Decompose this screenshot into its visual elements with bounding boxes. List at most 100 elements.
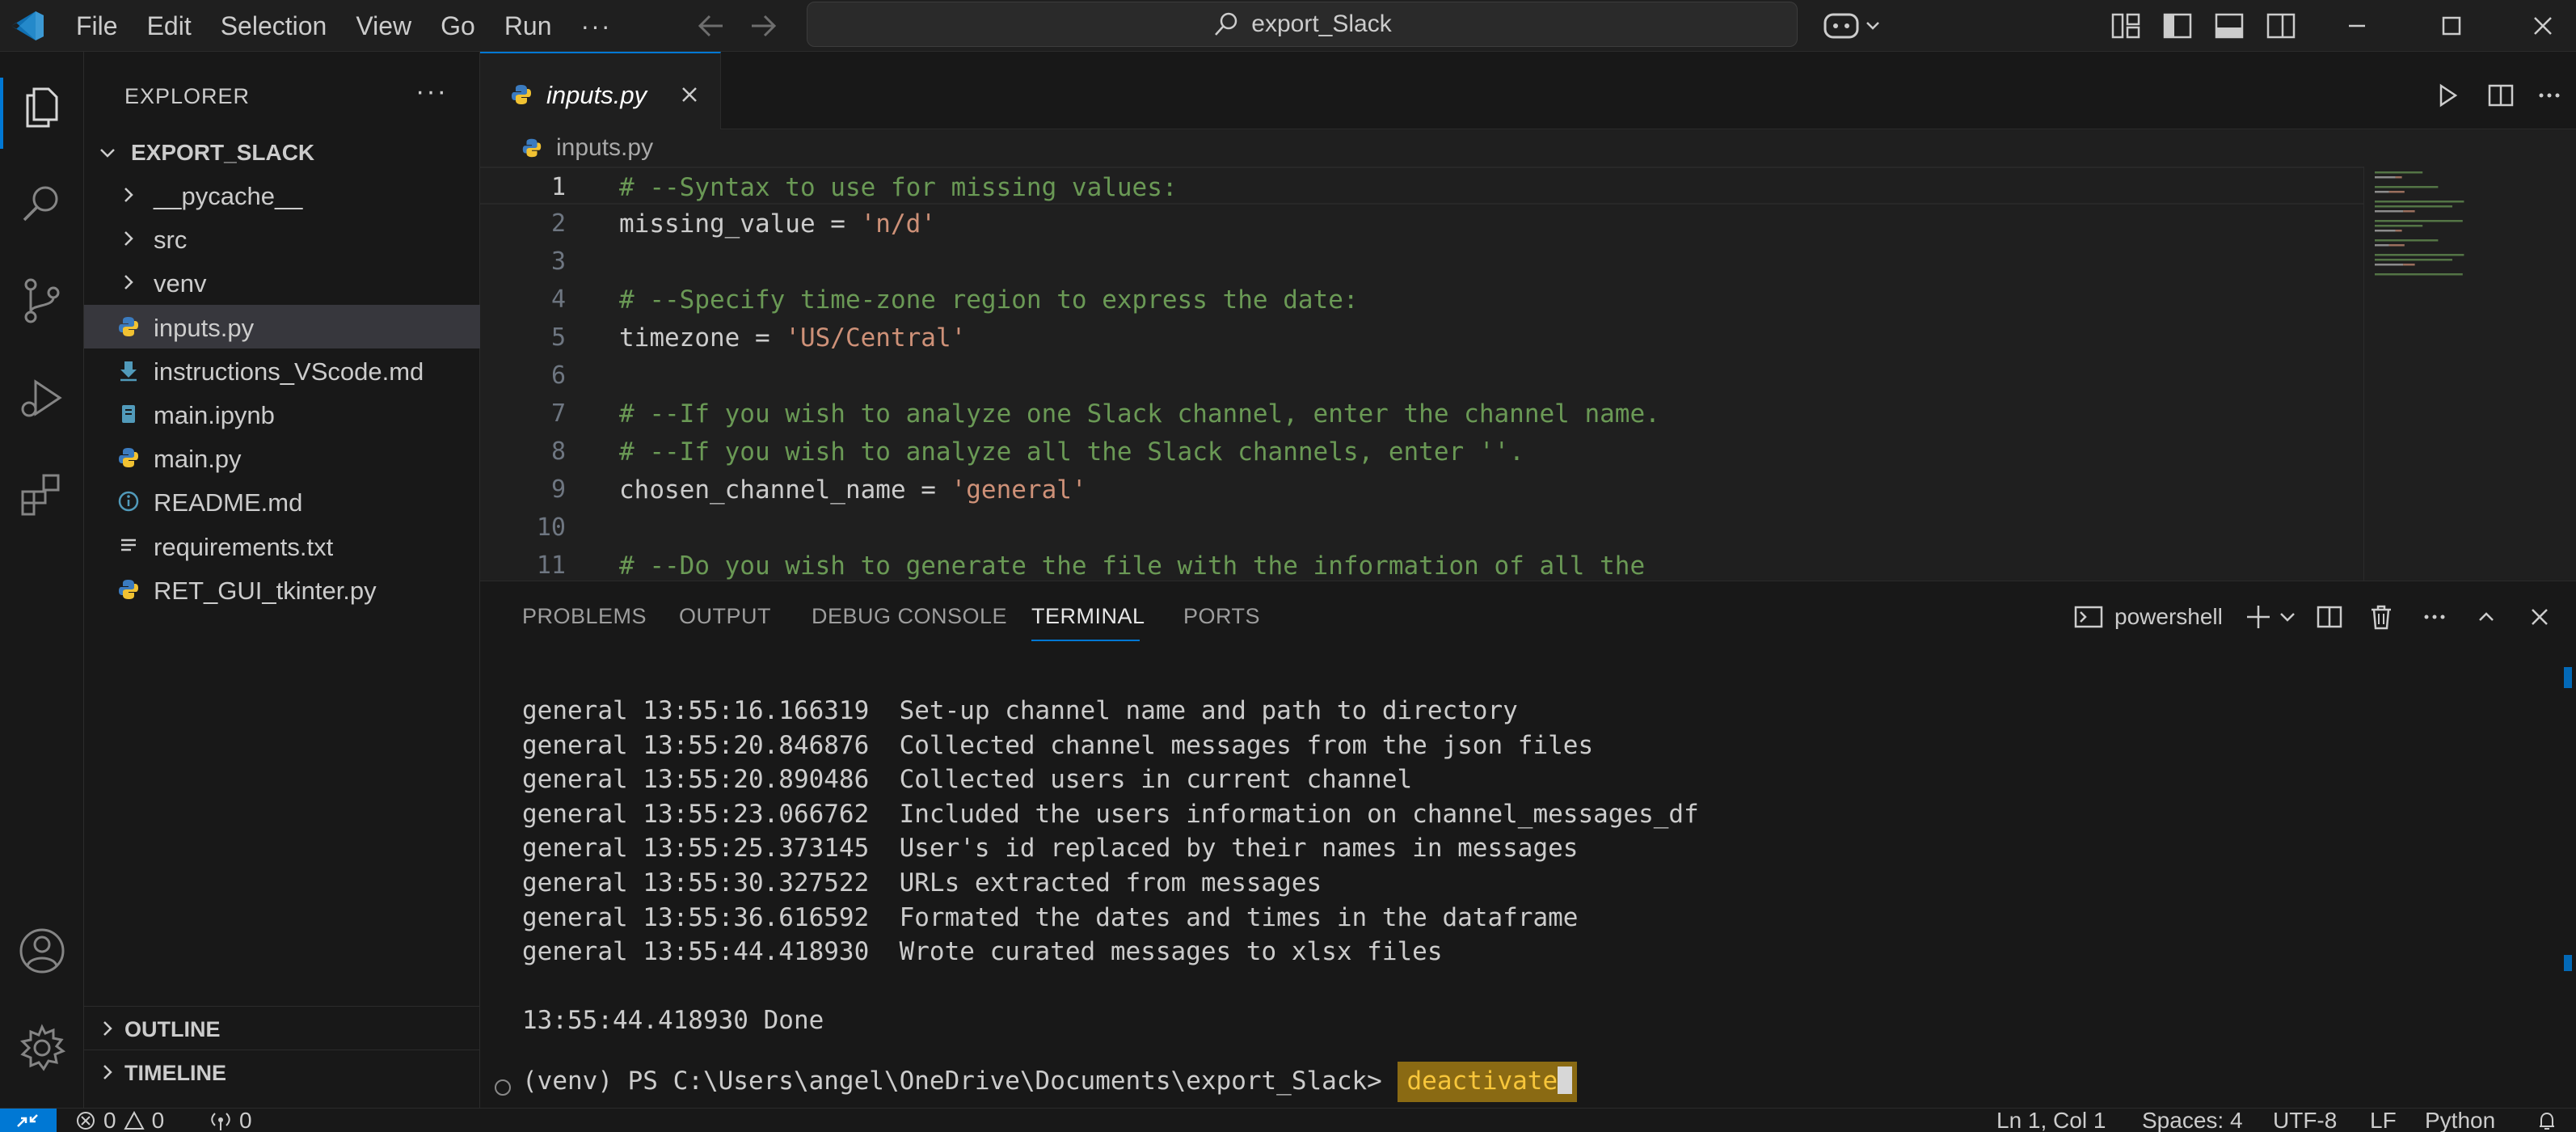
extensions-icon[interactable] <box>16 469 68 521</box>
minimap-line <box>2403 210 2415 213</box>
problems-status[interactable]: 0 0 <box>74 1109 164 1132</box>
terminal-scrollbar[interactable] <box>2562 651 2574 1109</box>
ports-count: 0 <box>239 1108 252 1132</box>
python-file-icon <box>522 138 542 158</box>
terminal-prompt-line: (venv) PS C:\Users\angel\OneDrive\Docume… <box>522 1062 1578 1102</box>
workspace-folder-header[interactable]: EXPORT_SLACK <box>84 133 480 173</box>
trash-icon[interactable] <box>2365 601 2397 633</box>
cursor-position[interactable]: Ln 1, Col 1 <box>1996 1109 2106 1132</box>
line-text: # --Specify time-zone region to express … <box>619 285 1359 315</box>
end-of-line[interactable]: LF <box>2370 1109 2397 1132</box>
minimap-line <box>2395 176 2402 179</box>
panel-tab-bar: PROBLEMS OUTPUT DEBUG CONSOLE TERMINAL P… <box>480 581 2576 651</box>
menu-go[interactable]: Go <box>426 6 490 45</box>
tree-item-readme-md[interactable]: README.md <box>84 479 480 523</box>
tab-ports[interactable]: PORTS <box>1183 604 1260 629</box>
menu-edit[interactable]: Edit <box>133 6 206 45</box>
warning-icon <box>123 1110 145 1130</box>
terminal-line: general 13:55:30.327522 URLs extracted f… <box>522 868 1322 898</box>
tree-item-venv[interactable]: venv <box>84 260 480 304</box>
menu-selection[interactable]: Selection <box>206 6 342 45</box>
error-icon <box>77 1112 95 1130</box>
tab-terminal[interactable]: TERMINAL <box>1031 604 1145 629</box>
toggle-primary-sidebar-icon[interactable] <box>2160 8 2195 44</box>
tab-problems[interactable]: PROBLEMS <box>522 604 647 629</box>
minimap-line <box>2388 244 2405 247</box>
tree-item-ret-gui-tkinter-py[interactable]: RET_GUI_tkinter.py <box>84 568 480 611</box>
close-icon[interactable] <box>677 82 702 107</box>
outline-section[interactable]: OUTLINE <box>84 1006 480 1050</box>
explorer-more-button[interactable]: ··· <box>415 76 448 108</box>
tree-item-label: venv <box>154 269 207 298</box>
split-editor-icon[interactable] <box>2485 79 2517 112</box>
copilot-icon[interactable] <box>1822 8 1887 44</box>
command-center-search[interactable]: export_Slack <box>807 2 1798 47</box>
minimap-line <box>2375 176 2396 179</box>
bell-icon[interactable] <box>2535 1109 2559 1132</box>
tree-item-label: __pycache__ <box>154 182 303 210</box>
toggle-secondary-sidebar-icon[interactable] <box>2263 8 2299 44</box>
explorer-icon[interactable] <box>16 81 68 133</box>
search-icon[interactable] <box>16 178 68 230</box>
close-panel-icon[interactable] <box>2523 601 2556 633</box>
menu-view[interactable]: View <box>341 6 426 45</box>
terminal-line: general 13:55:25.373145 User's id replac… <box>522 834 1579 864</box>
tab-output[interactable]: OUTPUT <box>679 604 771 629</box>
string-token: 'US/Central' <box>785 323 967 353</box>
tree-item-main-ipynb[interactable]: main.ipynb <box>84 392 480 436</box>
arrow-right-icon[interactable] <box>747 11 779 40</box>
close-window-icon[interactable] <box>2522 6 2564 45</box>
maximize-icon[interactable] <box>2430 6 2472 45</box>
more-actions-icon[interactable] <box>2418 601 2451 633</box>
encoding[interactable]: UTF-8 <box>2273 1109 2337 1132</box>
settings-gear-icon[interactable] <box>16 1022 68 1074</box>
tree-item-requirements-txt[interactable]: requirements.txt <box>84 524 480 568</box>
menu-bar: File Edit Selection View Go Run ··· <box>61 0 626 52</box>
accounts-icon[interactable] <box>16 925 68 977</box>
tree-item-instructions-vscode-md[interactable]: instructions_VScode.md <box>84 348 480 392</box>
python-file-icon <box>512 85 531 104</box>
tree-item-src[interactable]: src <box>84 217 480 260</box>
tree-item-inputs-py[interactable]: inputs.py <box>84 304 480 348</box>
minimap-line <box>2375 205 2452 208</box>
notebook-file-icon <box>116 402 141 426</box>
menu-more-button[interactable]: ··· <box>567 11 626 41</box>
minimap[interactable] <box>2363 167 2576 581</box>
remote-indicator[interactable] <box>0 1109 57 1132</box>
menu-run[interactable]: Run <box>490 6 567 45</box>
code-line: 4 # --Specify time-zone region to express… <box>480 281 2363 319</box>
minimap-line <box>2375 230 2396 232</box>
tree-item-main-py[interactable]: main.py <box>84 436 480 479</box>
tree-item-pycache[interactable]: __pycache__ <box>84 173 480 217</box>
run-python-file-icon[interactable] <box>2431 79 2464 112</box>
plus-icon[interactable] <box>2242 601 2275 633</box>
tab-debug-console[interactable]: DEBUG CONSOLE <box>812 604 1007 629</box>
vscode-logo-icon <box>11 11 44 40</box>
terminal-shell-selector[interactable]: powershell <box>2072 601 2223 633</box>
minimap-line <box>2375 191 2389 193</box>
tab-inputs-py[interactable]: inputs.py <box>480 52 721 129</box>
split-terminal-icon[interactable] <box>2313 601 2346 633</box>
more-actions-icon[interactable] <box>2533 79 2565 112</box>
command-decoration-icon[interactable] <box>495 1079 511 1096</box>
timeline-section[interactable]: TIMELINE <box>84 1050 480 1093</box>
run-debug-icon[interactable] <box>16 372 68 424</box>
ports-status[interactable]: 0 <box>209 1109 252 1132</box>
chevron-down-icon[interactable] <box>2271 601 2304 633</box>
breadcrumb-file[interactable]: inputs.py <box>556 134 653 162</box>
customize-layout-icon[interactable] <box>2108 8 2144 44</box>
line-text: timezone = 'US/Central' <box>619 323 966 353</box>
terminal-output[interactable]: general 13:55:16.166319 Set-up channel n… <box>480 651 2576 1109</box>
arrow-left-icon[interactable] <box>695 11 727 40</box>
chevron-up-icon[interactable] <box>2470 601 2502 633</box>
indentation[interactable]: Spaces: 4 <box>2142 1109 2243 1132</box>
language-mode[interactable]: Python <box>2425 1109 2495 1132</box>
minimap-line <box>2375 273 2463 276</box>
code-editor[interactable]: 1 # --Syntax to use for missing values: 2 m… <box>480 167 2363 581</box>
chevron-right-icon <box>116 270 141 294</box>
minimize-icon[interactable] <box>2336 6 2378 45</box>
toggle-panel-icon[interactable] <box>2211 8 2247 44</box>
source-control-icon[interactable] <box>16 275 68 327</box>
menu-file[interactable]: File <box>61 6 133 45</box>
terminal-cursor <box>1558 1067 1573 1094</box>
